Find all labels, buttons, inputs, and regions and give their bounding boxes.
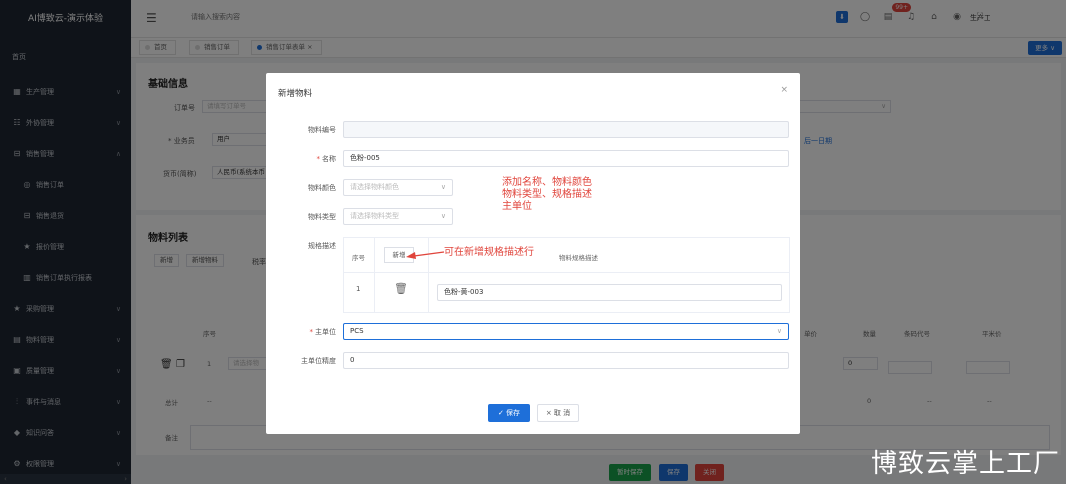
unit-select[interactable]: PCS ∨ — [343, 323, 789, 340]
precision-label: 主单位精度 — [301, 357, 336, 365]
watermark: 博致云掌上工厂 — [870, 449, 1060, 479]
color-label: 物料颜色 — [308, 184, 336, 192]
name-label: * 名称 — [316, 155, 337, 163]
spec-row-seq: 1 — [356, 285, 361, 293]
code-label: 物料编号 — [308, 126, 336, 134]
unit-label: * 主单位 — [309, 328, 337, 336]
name-input[interactable]: 色粉-005 — [343, 150, 789, 167]
annotation-text: 可在新增规格描述行 — [444, 247, 534, 258]
add-material-dialog: 新增物料 × 物料编号 * 名称 色粉-005 物料颜色 请选择物料颜色 ∨ 物料… — [266, 73, 800, 434]
close-icon[interactable]: × — [780, 85, 788, 95]
type-select[interactable]: 请选择物料类型 ∨ — [343, 208, 453, 225]
arrow-annotation — [406, 251, 445, 259]
dialog-title: 新增物料 — [278, 89, 313, 99]
annotation-text: 添加名称、物料颜色 物料类型、规格描述 主单位 — [502, 177, 592, 212]
spec-col-seq: 序号 — [352, 254, 365, 262]
chevron-down-icon: ∨ — [440, 183, 446, 191]
save-button[interactable]: ✓ 保存 — [488, 404, 530, 422]
chevron-down-icon: ∨ — [440, 212, 446, 220]
type-label: 物料类型 — [308, 213, 336, 221]
spec-desc-input[interactable]: 色粉-黄-003 — [437, 284, 782, 301]
color-select[interactable]: 请选择物料颜色 ∨ — [343, 179, 453, 196]
spec-col-desc: 物料规格描述 — [559, 254, 598, 262]
code-input — [343, 121, 789, 138]
cancel-button[interactable]: × 取 消 — [537, 404, 579, 422]
precision-input[interactable]: 0 — [343, 352, 789, 369]
spec-label: 规格描述 — [308, 242, 336, 250]
trash-icon[interactable]: 🗑 — [394, 282, 408, 295]
chevron-down-icon: ∨ — [776, 327, 782, 335]
